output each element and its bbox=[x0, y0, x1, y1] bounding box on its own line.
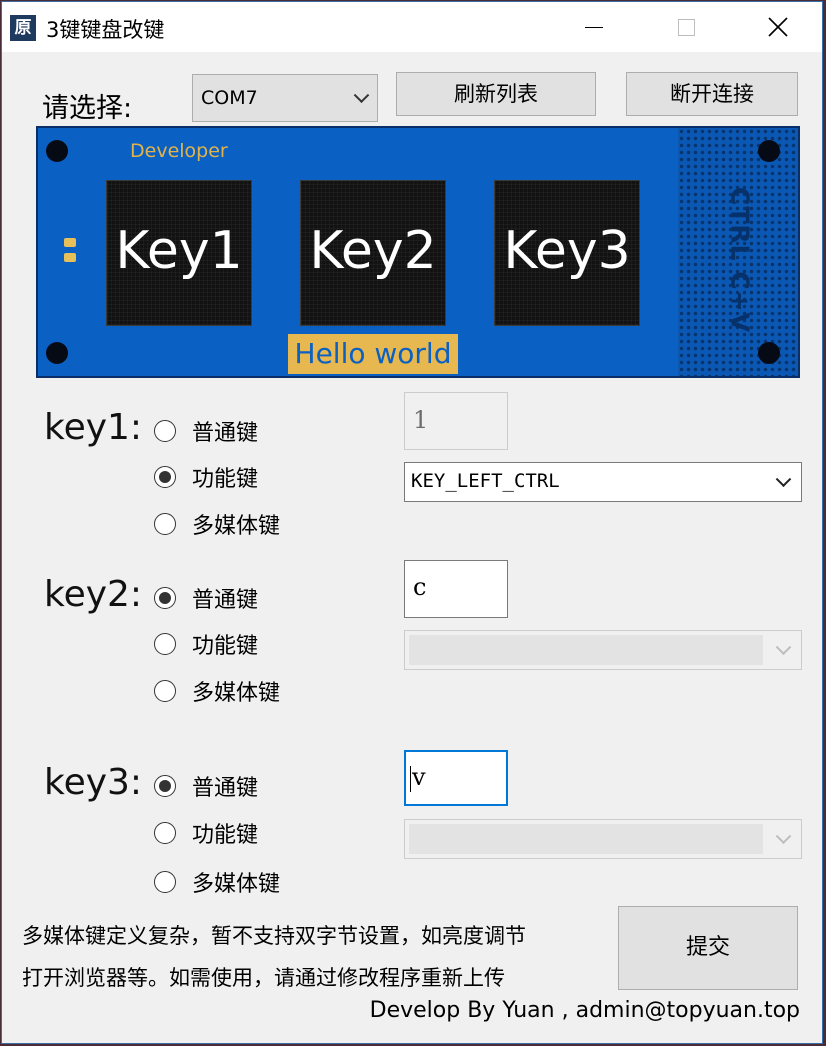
hello-world-banner: Hello world bbox=[288, 334, 458, 374]
chevron-down-icon bbox=[775, 471, 792, 488]
radio-icon bbox=[154, 680, 176, 702]
key2-radio-normal[interactable]: 普通键 bbox=[154, 583, 258, 613]
port-dropdown-value: COM7 bbox=[201, 87, 258, 109]
port-dropdown[interactable]: COM7 bbox=[192, 74, 378, 122]
close-icon bbox=[768, 17, 788, 37]
key1-radio-function[interactable]: 功能键 bbox=[154, 462, 258, 492]
key2-radio-media[interactable]: 多媒体键 bbox=[154, 676, 280, 706]
chevron-down-icon bbox=[775, 639, 792, 656]
key2-radio-function[interactable]: 功能键 bbox=[154, 629, 258, 659]
keyboard-board-image: Developer Key1 Key2 Key3 Hello world CTR… bbox=[36, 126, 800, 378]
app-window: 原 3键键盘改键 请选择: COM7 刷新列表 断开连接 Developer K… bbox=[1, 1, 823, 1044]
refresh-list-button[interactable]: 刷新列表 bbox=[396, 72, 596, 116]
maximize-icon bbox=[677, 18, 695, 36]
key3-function-dropdown[interactable] bbox=[404, 819, 802, 859]
maximize-button bbox=[640, 2, 732, 52]
port-select-label: 请选择: bbox=[42, 93, 133, 124]
mounting-hole bbox=[46, 140, 68, 162]
key1-key-input[interactable]: 1 bbox=[404, 392, 508, 450]
minimize-button[interactable] bbox=[548, 2, 640, 52]
key3-key-input[interactable]: v bbox=[404, 750, 508, 806]
mounting-hole bbox=[758, 342, 780, 364]
key3-cap: Key3 bbox=[494, 180, 640, 326]
key3-label: key3: bbox=[44, 762, 143, 803]
key1-function-dropdown[interactable]: KEY_LEFT_CTRL bbox=[404, 462, 802, 502]
key2-cap: Key2 bbox=[300, 180, 446, 326]
notice-line-2: 打开浏览器等。如需使用，请通过修改程序重新上传 bbox=[22, 966, 505, 990]
key3-radio-normal[interactable]: 普通键 bbox=[154, 771, 258, 801]
text-caret bbox=[410, 765, 411, 792]
radio-icon bbox=[154, 633, 176, 655]
key1-radio-media[interactable]: 多媒体键 bbox=[154, 509, 280, 539]
window-title: 3键键盘改键 bbox=[46, 18, 165, 42]
radio-checked-icon bbox=[154, 775, 176, 797]
key1-cap: Key1 bbox=[106, 180, 252, 326]
key2-function-dropdown[interactable] bbox=[404, 630, 802, 670]
disconnect-button[interactable]: 断开连接 bbox=[626, 72, 798, 116]
radio-icon bbox=[154, 822, 176, 844]
key2-label: key2: bbox=[44, 574, 143, 615]
key1-radio-normal[interactable]: 普通键 bbox=[154, 416, 258, 446]
key3-radio-media[interactable]: 多媒体键 bbox=[154, 867, 280, 897]
submit-button[interactable]: 提交 bbox=[618, 906, 798, 990]
minimize-icon bbox=[585, 26, 603, 28]
notice-line-1: 多媒体键定义复杂，暂不支持双字节设置，如亮度调节 bbox=[22, 924, 526, 948]
title-bar[interactable]: 原 3键键盘改键 bbox=[2, 2, 822, 52]
radio-icon bbox=[154, 420, 176, 442]
chevron-down-icon bbox=[353, 87, 370, 104]
radio-icon bbox=[154, 513, 176, 535]
close-button[interactable] bbox=[732, 2, 824, 52]
key1-label: key1: bbox=[44, 407, 143, 448]
led-indicator bbox=[64, 238, 76, 268]
mounting-hole bbox=[46, 342, 68, 364]
footer-credit: Develop By Yuan , admin@topyuan.top bbox=[369, 998, 800, 1023]
key3-radio-function[interactable]: 功能键 bbox=[154, 818, 258, 848]
app-icon: 原 bbox=[10, 15, 36, 41]
developer-text: Developer bbox=[130, 140, 228, 162]
key2-key-input[interactable]: c bbox=[404, 560, 508, 618]
mounting-hole bbox=[758, 140, 780, 162]
radio-checked-icon bbox=[154, 587, 176, 609]
dropdown-empty-fill bbox=[409, 824, 763, 854]
dropdown-empty-fill bbox=[409, 635, 763, 665]
ctrl-cv-label: CTRL C+V bbox=[725, 187, 755, 333]
radio-checked-icon bbox=[154, 466, 176, 488]
chevron-down-icon bbox=[775, 828, 792, 845]
key1-function-value: KEY_LEFT_CTRL bbox=[411, 470, 560, 492]
radio-icon bbox=[154, 871, 176, 893]
